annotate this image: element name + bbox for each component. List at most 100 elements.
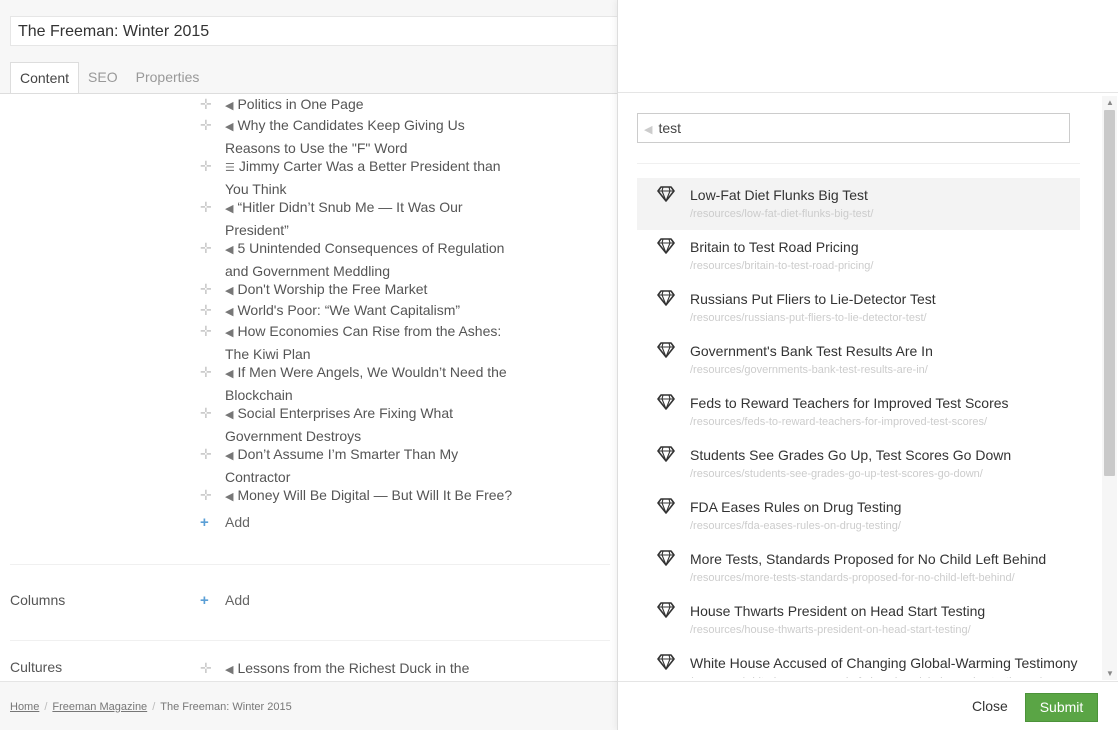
- search-results-list: Low-Fat Diet Flunks Big Test/resources/l…: [637, 178, 1080, 678]
- related-item[interactable]: ✛ ◀ How Economies Can Rise from the Ashes:…: [200, 321, 530, 364]
- breadcrumb-home[interactable]: Home: [10, 701, 39, 713]
- scrollbar[interactable]: ▲ ▼: [1102, 96, 1117, 680]
- result-url: /resources/britain-to-test-road-pricing/: [690, 260, 874, 272]
- related-item[interactable]: ✛ ◀ World's Poor: “We Want Capitalism”: [200, 300, 530, 323]
- submit-button[interactable]: Submit: [1025, 693, 1098, 722]
- related-item-title: Why the Candidates Keep Giving Us: [237, 117, 465, 133]
- related-item-title: Money Will Be Digital — But Will It Be F…: [237, 487, 513, 503]
- add-related-button[interactable]: + Add: [200, 514, 250, 531]
- related-item-line: The Kiwi Plan: [200, 344, 530, 365]
- result-url: /resources/low-fat-diet-flunks-big-test/: [690, 208, 874, 220]
- related-item[interactable]: ✛ ◀ Politics in One Page: [200, 94, 530, 117]
- related-item-title: The Kiwi Plan: [225, 345, 311, 362]
- chooser-footer: Close Submit: [618, 681, 1118, 730]
- search-result[interactable]: FDA Eases Rules on Drug Testing/resource…: [637, 490, 1080, 542]
- related-item-line: ◀ Politics in One Page: [200, 94, 530, 117]
- drag-handle-icon[interactable]: ✛: [200, 300, 214, 321]
- related-item-line: ◀ Social Enterprises Are Fixing What: [200, 403, 530, 426]
- search-value: test: [658, 120, 682, 136]
- drag-handle-icon[interactable]: ✛: [200, 444, 214, 465]
- related-item-title: President”: [225, 221, 289, 238]
- result-title: FDA Eases Rules on Drug Testing: [690, 499, 902, 515]
- tab-seo[interactable]: SEO: [79, 62, 127, 94]
- drag-handle-icon[interactable]: ✛: [200, 362, 214, 383]
- content-editor-pane: The Freeman: Winter 2015 Content SEO Pro…: [0, 0, 617, 730]
- scrollbar-thumb[interactable]: [1104, 110, 1115, 476]
- chooser-header: [618, 0, 1118, 93]
- related-item-line: Reasons to Use the "F" Word: [200, 138, 530, 159]
- related-item-line: ◀ 5 Unintended Consequences of Regulation: [200, 238, 530, 261]
- drag-handle-icon[interactable]: ✛: [200, 321, 214, 342]
- related-item-title: Jimmy Carter Was a Better President than: [238, 158, 501, 174]
- search-result[interactable]: More Tests, Standards Proposed for No Ch…: [637, 542, 1080, 594]
- related-item-title: Government Destroys: [225, 427, 362, 444]
- related-item-line: ◀ Money Will Be Digital — But Will It Be …: [200, 485, 530, 508]
- page-title-field[interactable]: The Freeman: Winter 2015: [10, 16, 617, 46]
- related-item-line: President”: [200, 220, 530, 241]
- search-result[interactable]: Low-Fat Diet Flunks Big Test/resources/l…: [637, 178, 1080, 230]
- scroll-up-arrow-icon[interactable]: ▲: [1106, 98, 1114, 107]
- drag-handle-icon[interactable]: ✛: [200, 94, 214, 115]
- close-button[interactable]: Close: [968, 696, 1012, 716]
- related-item[interactable]: ✛ ◀ “Hitler Didn’t Snub Me — It Was Our Pre…: [200, 197, 530, 240]
- drag-handle-icon[interactable]: ✛: [200, 279, 214, 300]
- drag-handle-icon[interactable]: ✛: [200, 156, 214, 177]
- article-icon: ◀: [225, 450, 234, 462]
- related-item[interactable]: ✛ ◀ Social Enterprises Are Fixing What Gove…: [200, 403, 530, 446]
- content-panel: ✛ ◀ Politics in One Page ✛ ◀ Why the Candidat…: [0, 94, 617, 681]
- result-url: /resources/students-see-grades-go-up-tes…: [690, 468, 983, 480]
- drag-handle-icon[interactable]: ✛: [200, 197, 214, 218]
- search-result[interactable]: Feds to Reward Teachers for Improved Tes…: [637, 386, 1080, 438]
- cultures-item[interactable]: ✛ ◀ Lessons from the Richest Duck in the: [200, 658, 530, 681]
- related-item-title: Don’t Assume I’m Smarter Than My: [237, 446, 459, 462]
- search-result[interactable]: Britain to Test Road Pricing/resources/b…: [637, 230, 1080, 282]
- drag-handle-icon[interactable]: ✛: [200, 238, 214, 259]
- related-item[interactable]: ✛ ◀ Don't Worship the Free Market: [200, 279, 530, 302]
- gem-icon: [657, 654, 675, 670]
- tab-content[interactable]: Content: [10, 62, 80, 94]
- related-item[interactable]: ✛ ◀ Don’t Assume I’m Smarter Than My Contra…: [200, 444, 530, 487]
- related-item-title: and Government Meddling: [225, 262, 390, 279]
- search-result[interactable]: White House Accused of Changing Global-W…: [637, 646, 1080, 678]
- article-icon: ◀: [225, 306, 234, 318]
- columns-label: Columns: [10, 592, 66, 608]
- search-result[interactable]: House Thwarts President on Head Start Te…: [637, 594, 1080, 646]
- tab-properties[interactable]: Properties: [127, 62, 209, 94]
- search-result[interactable]: Government's Bank Test Results Are In/re…: [637, 334, 1080, 386]
- breadcrumb: Home / Freeman Magazine / The Freeman: Winte…: [0, 681, 617, 730]
- drag-handle-icon[interactable]: ✛: [200, 403, 214, 424]
- result-title: Russians Put Fliers to Lie-Detector Test: [690, 291, 936, 307]
- related-item[interactable]: ✛ ◀ Why the Candidates Keep Giving Us Reaso…: [200, 115, 530, 158]
- article-icon: ◀: [225, 664, 234, 676]
- result-title: Students See Grades Go Up, Test Scores G…: [690, 447, 1012, 463]
- related-item[interactable]: ✛ ☰ Jimmy Carter Was a Better President th…: [200, 156, 530, 199]
- breadcrumb-freeman-magazine[interactable]: Freeman Magazine: [52, 701, 147, 713]
- drag-handle-icon[interactable]: ✛: [200, 658, 214, 679]
- scroll-down-arrow-icon[interactable]: ▼: [1106, 669, 1114, 678]
- article-icon: ◀: [225, 327, 234, 339]
- cultures-label: Cultures: [10, 659, 63, 675]
- related-item[interactable]: ✛ ◀ Money Will Be Digital — But Will It Be…: [200, 485, 530, 508]
- editor-tabs: Content SEO Properties: [10, 62, 208, 94]
- gem-icon: [657, 446, 675, 462]
- related-item-line: ◀ World's Poor: “We Want Capitalism”: [200, 300, 530, 323]
- related-item-line: ◀ If Men Were Angels, We Wouldn’t Need th…: [200, 362, 530, 385]
- result-title: Britain to Test Road Pricing: [690, 239, 859, 255]
- drag-handle-icon[interactable]: ✛: [200, 485, 214, 506]
- related-item[interactable]: ✛ ◀ If Men Were Angels, We Wouldn’t Need t…: [200, 362, 530, 405]
- related-item[interactable]: ✛ ◀ 5 Unintended Consequences of Regulatio…: [200, 238, 530, 281]
- breadcrumb-separator: /: [44, 701, 48, 713]
- search-result[interactable]: Russians Put Fliers to Lie-Detector Test…: [637, 282, 1080, 334]
- search-input[interactable]: ◀ test: [637, 113, 1070, 143]
- related-item-title: 5 Unintended Consequences of Regulation: [237, 240, 505, 256]
- article-icon: ◀: [225, 409, 234, 421]
- result-url: /resources/fda-eases-rules-on-drug-testi…: [690, 520, 901, 532]
- plus-icon: +: [200, 514, 209, 531]
- gem-icon: [657, 186, 675, 202]
- related-item-line: and Government Meddling: [200, 261, 530, 282]
- search-result[interactable]: Students See Grades Go Up, Test Scores G…: [637, 438, 1080, 490]
- search-chooser-panel: ◀ test Low-Fat Diet Flunks Big Test/resou…: [617, 0, 1118, 730]
- drag-handle-icon[interactable]: ✛: [200, 115, 214, 136]
- add-column-button[interactable]: + Add: [200, 592, 250, 609]
- gem-icon: [657, 602, 675, 618]
